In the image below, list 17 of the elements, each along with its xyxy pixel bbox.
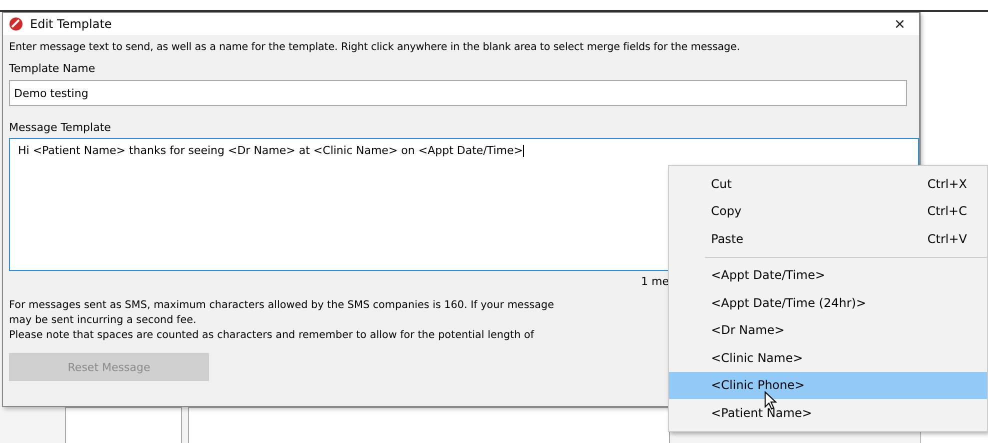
field-label: Message Template	[9, 121, 112, 134]
note-text: Please note that spaces are counted as characters and remember to allow for the potential length of	[9, 328, 534, 343]
menu-item[interactable]: <Clinic Name>	[669, 344, 987, 372]
menu-item[interactable]: <Clinic Phone>	[669, 372, 987, 399]
app-logo-icon	[9, 17, 23, 31]
message-count: 1 me	[641, 275, 669, 290]
note-text: may be sent incurring a second fee.	[9, 313, 196, 328]
menu-item[interactable]: <Dr Name>	[669, 316, 987, 344]
instructions-text: Enter message text to send, as well as a name for the template. Right click anywhere in the blank area to select merge fields for the message.	[9, 41, 741, 53]
note-text: For messages sent as SMS, maximum characters allowed by the SMS companies is 160. If your message	[9, 298, 554, 313]
close-button[interactable]: ×	[886, 14, 913, 34]
window-title: Edit Template	[30, 17, 113, 31]
field-label: Template Name	[9, 62, 96, 75]
template-name-field[interactable]: Demo testing	[9, 80, 907, 106]
menu-item[interactable]: <Appt Date/Time (24hr)>	[669, 289, 987, 316]
menu-item[interactable]: <Patient Name>	[669, 399, 987, 426]
mouse-pointer-icon	[764, 391, 777, 410]
